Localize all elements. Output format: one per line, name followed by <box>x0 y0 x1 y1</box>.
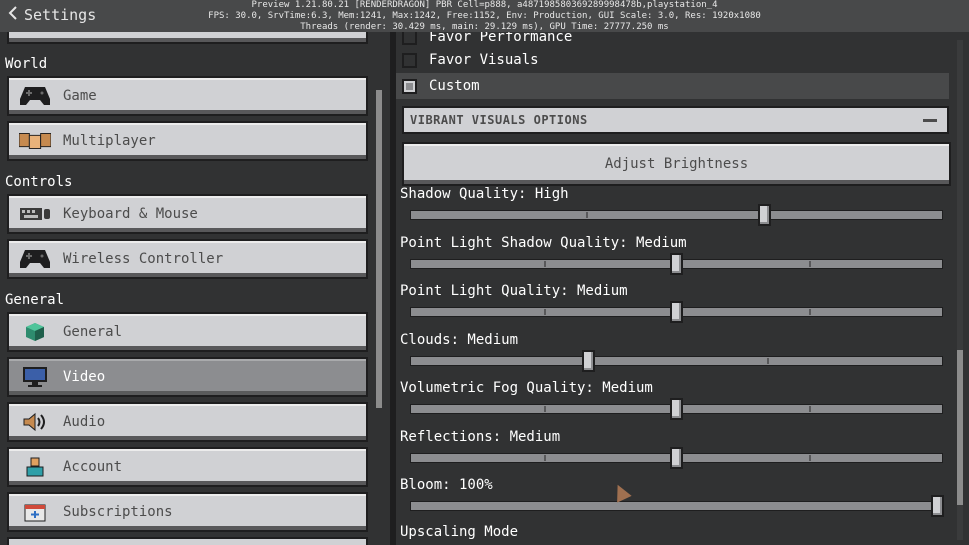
slider-handle[interactable] <box>670 398 683 420</box>
sidebar-item-label: Subscriptions <box>63 504 173 520</box>
sidebar-item-label: Keyboard & Mouse <box>63 206 198 222</box>
slider-handle[interactable] <box>670 446 683 469</box>
sidebar-item-label: Video <box>63 369 106 385</box>
slider-tick <box>586 212 588 218</box>
slider-label: Point Light Quality: Medium <box>400 283 628 299</box>
slider-tick <box>767 357 769 364</box>
sidebar-item-wireless-controller[interactable]: Wireless Controller <box>7 239 368 279</box>
calendar-icon <box>19 500 51 524</box>
controller-icon <box>19 84 51 108</box>
partial-button[interactable] <box>7 537 368 545</box>
slider-track[interactable] <box>410 210 943 220</box>
keyboard-icon <box>19 202 51 226</box>
speaker-icon <box>19 410 51 434</box>
slider-tick <box>809 454 811 461</box>
checkbox[interactable] <box>402 32 417 45</box>
slider-handle[interactable] <box>582 349 595 372</box>
sidebar-item-label: Wireless Controller <box>63 251 224 267</box>
slider-tick <box>544 260 546 267</box>
panel-scrollbar-thumb[interactable] <box>957 350 963 505</box>
sidebar-item-subscriptions[interactable]: Subscriptions <box>7 492 368 532</box>
vibrant-visuals-section-header[interactable]: VIBRANT VISUALS OPTIONS <box>402 106 949 134</box>
settings-sidebar: World Game Multiplayer Controls Keyboard… <box>0 32 390 545</box>
monitor-icon <box>19 365 51 389</box>
adjust-brightness-button[interactable]: Adjust Brightness <box>402 142 951 186</box>
account-icon <box>19 455 51 479</box>
slider-tick <box>544 309 546 315</box>
sidebar-item-label: Account <box>63 459 123 475</box>
slider-track[interactable] <box>410 501 943 511</box>
option-favor-visuals[interactable]: Favor Visuals <box>396 47 949 73</box>
checkbox[interactable] <box>402 78 417 94</box>
sidebar-item-audio[interactable]: Audio <box>7 402 368 442</box>
collapse-icon[interactable] <box>923 118 937 122</box>
video-settings-panel: Favor Performance Favor Visuals Custom V… <box>396 32 969 545</box>
option-custom[interactable]: Custom <box>396 73 949 99</box>
option-label: Favor Visuals <box>429 52 539 68</box>
slider-label: Point Light Shadow Quality: Medium <box>400 234 687 251</box>
sidebar-item-game[interactable]: Game <box>7 76 368 116</box>
partial-button[interactable] <box>7 32 368 44</box>
sidebar-item-account[interactable]: Account <box>7 447 368 487</box>
upscaling-mode-label: Upscaling Mode <box>400 524 519 540</box>
sidebar-item-label: Game <box>63 88 97 104</box>
controller-icon <box>19 247 51 271</box>
sidebar-item-video[interactable]: Video <box>7 357 368 397</box>
slider-handle[interactable] <box>670 301 683 323</box>
checkbox[interactable] <box>402 52 417 68</box>
section-header-controls: Controls <box>5 174 73 190</box>
slider-handle[interactable] <box>758 204 771 226</box>
slider-label: Reflections: Medium <box>400 428 561 445</box>
sidebar-item-label: Audio <box>63 414 106 430</box>
section-title: VIBRANT VISUALS OPTIONS <box>410 113 588 127</box>
slider-label: Volumetric Fog Quality: Medium <box>400 380 653 396</box>
sidebar-item-label: Multiplayer <box>63 133 156 149</box>
slider-track[interactable] <box>410 355 943 366</box>
slider-handle[interactable] <box>670 252 683 275</box>
section-header-general: General <box>5 292 65 308</box>
option-label: Custom <box>429 78 480 94</box>
slider-tick <box>544 406 546 412</box>
slider-tick <box>809 309 811 315</box>
debug-line: FPS: 30.0, SrvTime:6.3, Mem:1241, Max:12… <box>208 11 761 21</box>
slider-tick <box>809 406 811 412</box>
debug-overlay: Preview 1.21.80.21 [RENDERDRAGON] PBR Ce… <box>0 0 969 33</box>
slider-label: Bloom: 100% <box>400 477 493 493</box>
sidebar-item-keyboard-mouse[interactable]: Keyboard & Mouse <box>7 194 368 234</box>
slider-label: Clouds: Medium <box>400 331 519 348</box>
section-header-world: World <box>5 56 48 72</box>
slider-label: Shadow Quality: High <box>400 186 569 202</box>
multiplayer-icon <box>19 129 51 153</box>
sidebar-item-general[interactable]: General <box>7 312 368 352</box>
sidebar-scrollbar[interactable] <box>376 90 382 408</box>
slider-tick <box>809 260 811 267</box>
slider-handle[interactable] <box>931 495 944 517</box>
slider-tick <box>544 454 546 461</box>
sidebar-item-label: General <box>63 324 123 340</box>
debug-line: Preview 1.21.80.21 [RENDERDRAGON] PBR Ce… <box>251 0 718 10</box>
sidebar-item-multiplayer[interactable]: Multiplayer <box>7 121 368 161</box>
cube-icon <box>19 320 51 344</box>
option-label: Favor Performance <box>429 32 573 45</box>
